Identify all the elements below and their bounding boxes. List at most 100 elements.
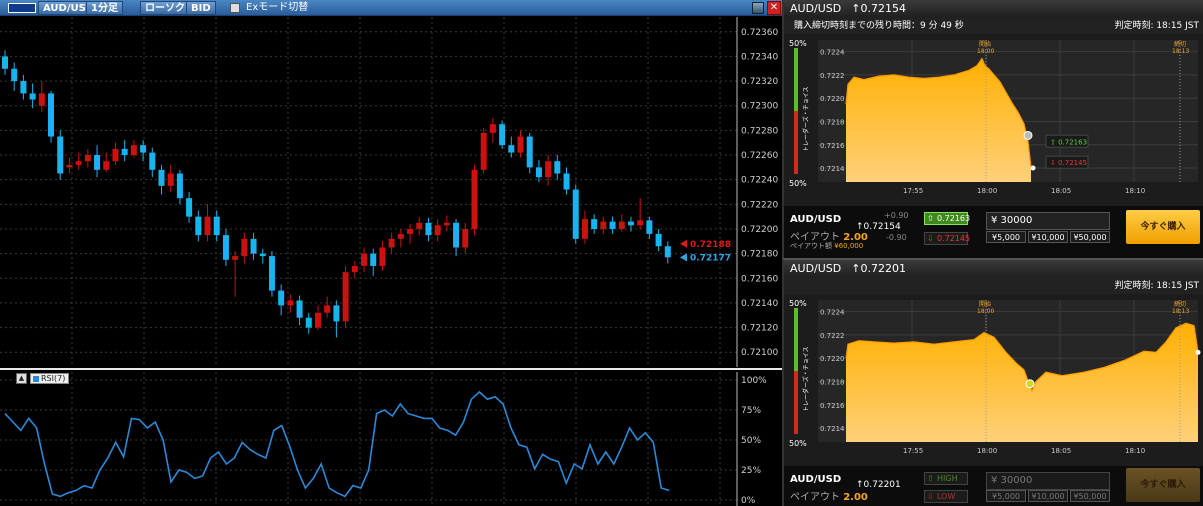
high-price-tag-text: ⇧ 0.72163 [1050, 138, 1087, 146]
candle-body [600, 221, 607, 229]
y-axis-tick: 0.7218 [820, 118, 845, 126]
price-axis-tick: 0.72280 [741, 126, 778, 136]
y-axis-tick: 0.7224 [820, 49, 845, 57]
candle-body [140, 145, 147, 153]
candle-body [434, 225, 441, 236]
candle-body [259, 253, 266, 257]
y-axis-tick: 0.7216 [820, 402, 845, 410]
candle-body [103, 161, 110, 170]
price-axis-tick: 0.72320 [741, 77, 778, 87]
rsi-axis-tick: 0% [741, 496, 756, 506]
chip-10000[interactable]: ¥10,000 [1028, 231, 1068, 243]
candle-body [29, 93, 36, 100]
trader-choice-down-bar [794, 111, 798, 174]
rsi-collapse-button[interactable]: ▲ [16, 373, 27, 384]
chip-50000[interactable]: ¥50,000 [1070, 490, 1110, 502]
candle-body [563, 173, 570, 190]
candle-body [517, 136, 524, 153]
candle-body [655, 233, 662, 247]
trader-choice-label: トレーダーズ・チョイス [802, 86, 810, 152]
panel-pair: AUD/USD [790, 2, 842, 15]
down-diff: -0.90 [886, 233, 907, 242]
screen: AUD/USD 1分足 ローソク BID Exモード切替 ✕ 0.72360 0.… [0, 0, 1203, 506]
judgement-time: 判定時刻: 18:15 JST [1114, 21, 1199, 31]
trader-choice-pct-bottom: 50% [789, 439, 807, 448]
candle-body [57, 136, 64, 174]
price-area-chart: 50% 50% トレーダーズ・チョイス 0.7224 0.7222 0.7220 0.721… [784, 34, 1203, 206]
candle-body [2, 56, 8, 69]
price-axis-tick: 0.72360 [741, 28, 778, 38]
candle-body [535, 167, 542, 178]
candle-body [305, 317, 312, 328]
rsi-axis-tick: 50% [741, 436, 761, 446]
high-button[interactable]: ⇧ 0.72163 [924, 212, 970, 225]
payout-value: 2.00 [843, 492, 868, 503]
price-axis-tick: 0.72240 [741, 176, 778, 186]
high-button[interactable]: ⇧ HIGH [924, 472, 968, 485]
end-time: 18:13 [1172, 48, 1189, 55]
chip-50000[interactable]: ¥50,000 [1070, 231, 1110, 243]
buy-now-button[interactable]: 今すぐ購入 [1126, 210, 1200, 244]
rsi-axis-tick: 75% [741, 406, 761, 416]
x-axis-tick: 18:05 [1051, 447, 1071, 455]
deadline-bar: 購入締切時刻までの残り時間：9 分 49 秒 判定時刻: 18:15 JST [784, 18, 1203, 34]
start-time: 18:00 [977, 308, 994, 315]
timeframe-selector[interactable]: 1分足 [86, 1, 123, 15]
up-arrow-icon: ⇧ [927, 474, 934, 483]
candle-body [287, 300, 294, 306]
ex-mode-checkbox[interactable] [230, 3, 240, 13]
window-menu-button[interactable] [752, 2, 764, 14]
y-axis-tick: 0.7222 [820, 72, 845, 80]
candle-body [361, 253, 368, 266]
location-pin-icon [1023, 130, 1033, 140]
candle-body [176, 173, 183, 199]
price-type-selector[interactable]: BID [186, 1, 216, 15]
chip-5000[interactable]: ¥5,000 [986, 490, 1026, 502]
close-button[interactable]: ✕ [767, 1, 781, 15]
payout-amount-value: ¥60,000 [834, 242, 864, 250]
x-axis-tick: 18:00 [977, 447, 997, 455]
candle-body [618, 221, 625, 229]
trade-bar: AUD/USD ペイアウト 2.00 ↑0.72201 ⇧ HIGH ⇩ LOW ¥… [784, 466, 1203, 506]
ex-mode-label: Exモード切替 [246, 2, 309, 13]
trade-pair: AUD/USD [790, 474, 842, 485]
chip-5000[interactable]: ¥5,000 [986, 231, 1026, 243]
down-arrow-icon: ⇩ [927, 234, 934, 243]
trader-choice-down-bar [794, 371, 798, 434]
amount-input[interactable]: ¥ 30000 [986, 472, 1110, 490]
location-pin-icon [1025, 379, 1035, 389]
price-axis-tick: 0.72120 [741, 324, 778, 334]
candle-body [342, 272, 349, 322]
low-button[interactable]: ⇩ 0.72145 [924, 232, 970, 245]
ask-price-label: 0.72188 [690, 240, 731, 250]
amount-input[interactable]: ¥ 30000 [986, 212, 1110, 230]
candle-body [149, 152, 156, 170]
candle-body [554, 161, 561, 174]
price-axis-tick: 0.72220 [741, 200, 778, 210]
end-label: 締切 [1174, 300, 1186, 308]
judgement-time: 判定時刻: 18:15 JST [1114, 281, 1199, 291]
price-axis-tick: 0.72160 [741, 274, 778, 284]
binary-panel-top: AUD/USD ↑0.72154 購入締切時刻までの残り時間：9 分 49 秒 判… [782, 0, 1203, 258]
buy-now-button[interactable]: 今すぐ購入 [1126, 468, 1200, 502]
candle-body [268, 256, 275, 291]
trade-pair: AUD/USD [790, 214, 842, 225]
candle-body [296, 300, 303, 318]
candle-body [407, 228, 414, 234]
price-axis-tick: 0.72200 [741, 225, 778, 235]
deadline-bar: 判定時刻: 18:15 JST [784, 278, 1203, 294]
end-time: 18:13 [1172, 308, 1189, 315]
x-axis-tick: 18:05 [1051, 187, 1071, 195]
candle-body [222, 235, 229, 260]
candle-body [471, 169, 478, 229]
chart-type-selector[interactable]: ローソク [140, 1, 190, 15]
price-area-chart: 50% 50% トレーダーズ・チョイス 0.7224 0.7222 0.7220 0.721… [784, 294, 1203, 466]
chip-10000[interactable]: ¥10,000 [1028, 490, 1068, 502]
x-axis-tick: 17:55 [903, 187, 923, 195]
chart-window: AUD/USD 1分足 ローソク BID Exモード切替 ✕ 0.72360 0.… [0, 0, 782, 506]
rsi-legend[interactable]: RSI(7) [30, 373, 70, 384]
candle-body [499, 124, 506, 146]
y-axis-tick: 0.7218 [820, 378, 845, 386]
low-button[interactable]: ⇩ LOW [924, 490, 968, 503]
candle-body [94, 155, 101, 170]
